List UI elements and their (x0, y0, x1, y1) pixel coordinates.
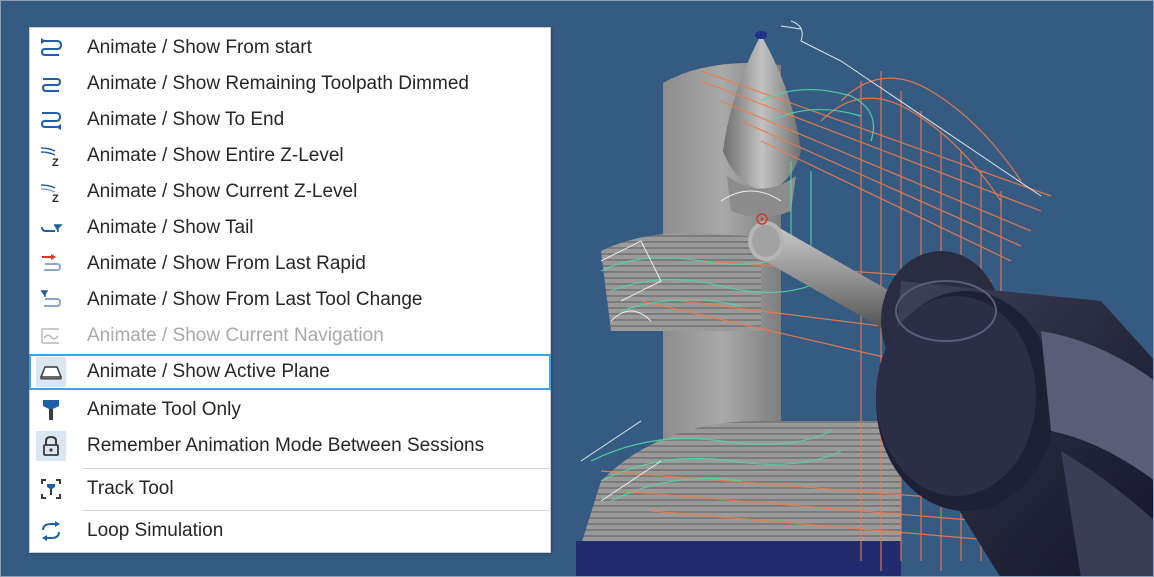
tool-holder (876, 251, 1153, 576)
lock-icon (36, 431, 66, 461)
menu-item-show-from-last-tool-change[interactable]: Animate / Show From Last Tool Change (30, 282, 550, 318)
toolpath-from-start-icon (36, 33, 66, 63)
last-tool-change-icon (36, 285, 66, 315)
menu-item-label: Animate / Show Entire Z-Level (87, 145, 344, 166)
svg-text:Z: Z (52, 193, 59, 204)
menu-item-animate-tool-only[interactable]: Animate Tool Only (30, 392, 550, 428)
menu-item-label: Animate / Show Active Plane (87, 361, 330, 382)
menu-item-show-current-navigation[interactable]: Animate / Show Current Navigation (30, 318, 550, 354)
menu-item-label: Remember Animation Mode Between Sessions (87, 435, 485, 456)
last-rapid-icon (36, 249, 66, 279)
loop-icon (36, 516, 66, 546)
menu-item-label: Animate / Show From Last Rapid (87, 253, 366, 274)
tool-icon (36, 395, 66, 425)
menu-item-remember-animation-mode[interactable]: Remember Animation Mode Between Sessions (30, 428, 550, 464)
menu-item-show-from-start[interactable]: Animate / Show From start (30, 30, 550, 66)
menu-item-label: Animate / Show From Last Tool Change (87, 289, 423, 310)
menu-item-label: Animate / Show Remaining Toolpath Dimmed (87, 73, 469, 94)
application-frame: Animate / Show From start Animate / Show… (0, 0, 1154, 577)
tail-icon (36, 213, 66, 243)
menu-item-show-to-end[interactable]: Animate / Show To End (30, 102, 550, 138)
navigation-icon (36, 321, 66, 351)
track-tool-icon (36, 474, 66, 504)
menu-item-label: Animate / Show To End (87, 109, 285, 130)
menu-item-label: Animate / Show Current Navigation (87, 325, 384, 346)
z-level-current-icon: Z (36, 177, 66, 207)
toolpath-to-end-icon (36, 105, 66, 135)
menu-item-show-current-z-level[interactable]: Z Animate / Show Current Z-Level (30, 174, 550, 210)
cone-feature (723, 31, 801, 217)
menu-item-show-active-plane[interactable]: Animate / Show Active Plane (29, 354, 551, 390)
menu-item-track-tool[interactable]: Track Tool (30, 471, 550, 507)
active-plane-icon (36, 357, 66, 387)
menu-item-label: Track Tool (87, 478, 174, 499)
menu-separator (82, 510, 550, 511)
animation-context-menu: Animate / Show From start Animate / Show… (29, 27, 551, 553)
toolpath-dimmed-icon (36, 69, 66, 99)
menu-item-label: Animate / Show Current Z-Level (87, 181, 358, 202)
menu-item-loop-simulation[interactable]: Loop Simulation (30, 513, 550, 549)
menu-item-show-from-last-rapid[interactable]: Animate / Show From Last Rapid (30, 246, 550, 282)
menu-item-label: Loop Simulation (87, 520, 224, 541)
menu-item-label: Animate / Show Tail (87, 217, 254, 238)
menu-separator (82, 468, 550, 469)
z-level-entire-icon: Z (36, 141, 66, 171)
svg-text:Z: Z (52, 157, 59, 168)
menu-item-show-entire-z-level[interactable]: Z Animate / Show Entire Z-Level (30, 138, 550, 174)
menu-item-label: Animate / Show From start (87, 37, 312, 58)
menu-item-show-remaining-dimmed[interactable]: Animate / Show Remaining Toolpath Dimmed (30, 66, 550, 102)
menu-item-label: Animate Tool Only (87, 399, 241, 420)
menu-item-show-tail[interactable]: Animate / Show Tail (30, 210, 550, 246)
